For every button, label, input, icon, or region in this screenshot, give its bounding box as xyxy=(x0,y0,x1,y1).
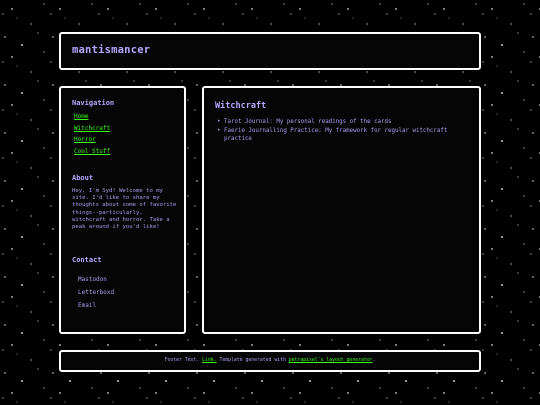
contact-item-email[interactable]: Email xyxy=(78,302,114,315)
main-list: • Tarot Journal: My personal readings of… xyxy=(217,118,469,144)
footer-middle: Template generated with xyxy=(219,358,286,363)
navigation-heading: Navigation xyxy=(72,99,115,107)
footer-prefix: Footer Text. xyxy=(164,358,200,363)
main-list-item: • Tarot Journal: My personal readings of… xyxy=(217,118,469,126)
nav-item-witchcraft: Witchcraft xyxy=(74,125,110,137)
site-header: mantismancer xyxy=(59,32,481,70)
main-heading: Witchcraft xyxy=(215,101,267,111)
site-title[interactable]: mantismancer xyxy=(72,44,150,56)
contact-heading: Contact xyxy=(72,256,102,264)
contact-item-letterboxd[interactable]: Letterboxd xyxy=(78,289,114,302)
site-footer: Footer Text. Link. Template generated wi… xyxy=(59,350,481,372)
nav-link-horror[interactable]: Horror xyxy=(74,136,96,143)
nav-link-home[interactable]: Home xyxy=(74,113,88,120)
main-list-item: • Faerie Journalling Practice: My framew… xyxy=(217,127,469,143)
main-list-item-text[interactable]: Tarot Journal: My personal readings of t… xyxy=(224,119,392,125)
bullet-icon: • xyxy=(217,119,221,125)
nav-item-home: Home xyxy=(74,113,110,125)
footer-text: Footer Text. Link. Template generated wi… xyxy=(61,358,479,363)
page: mantismancer Navigation Home Witchcraft … xyxy=(0,0,540,405)
layout-generator-link[interactable]: petrapixel's layout generator xyxy=(289,358,373,363)
main-content: Witchcraft • Tarot Journal: My personal … xyxy=(202,86,481,334)
about-text: Hey, I'm Syd! Welcome to my site. I'd li… xyxy=(72,188,177,231)
contact-item-mastodon[interactable]: Mastodon xyxy=(78,276,114,289)
contact-list: Mastodon Letterboxd Email xyxy=(78,276,114,315)
main-list-item-text[interactable]: Faerie Journalling Practice: My framewor… xyxy=(224,128,447,142)
navigation-list: Home Witchcraft Horror Cool Stuff xyxy=(74,113,110,159)
footer-suffix: . xyxy=(372,358,376,363)
nav-item-cool-stuff: Cool Stuff xyxy=(74,148,110,160)
nav-link-witchcraft[interactable]: Witchcraft xyxy=(74,125,110,132)
nav-item-horror: Horror xyxy=(74,136,110,148)
bullet-icon: • xyxy=(217,128,221,134)
footer-link[interactable]: Link. xyxy=(202,358,216,363)
about-heading: About xyxy=(72,174,94,182)
nav-link-cool-stuff[interactable]: Cool Stuff xyxy=(74,148,110,155)
sidebar: Navigation Home Witchcraft Horror Cool S… xyxy=(59,86,186,334)
